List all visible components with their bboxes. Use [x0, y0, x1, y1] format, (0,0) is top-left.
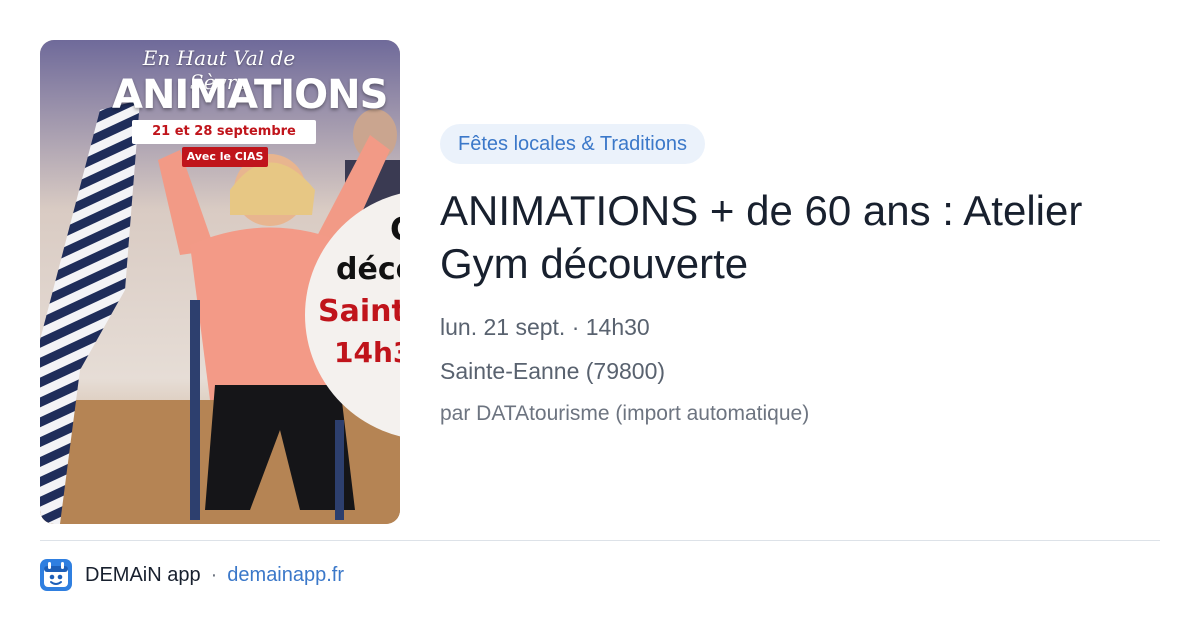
poster-photo	[40, 40, 400, 524]
event-share-card: En Haut Val de Sèvre ANIMATIONS 21 et 28…	[0, 0, 1200, 630]
footer: DEMAiN app · demainapp.fr	[40, 558, 344, 592]
demain-app-icon	[40, 559, 72, 591]
event-source: par DATAtourisme (import automatique)	[440, 402, 810, 425]
app-name: DEMAiN app	[85, 563, 201, 586]
app-domain-link[interactable]: demainapp.fr	[227, 564, 344, 587]
footer-separator: ·	[210, 563, 218, 586]
category-badge[interactable]: Fêtes locales & Traditions	[440, 124, 705, 164]
event-title[interactable]: ANIMATIONS + de 60 ans : Atelier Gym déc…	[440, 184, 1160, 290]
event-date-time: lun. 21 sept. · 14h30	[440, 314, 650, 340]
footer-divider	[40, 540, 1160, 541]
event-location: Sainte-Eanne (79800)	[440, 358, 666, 384]
event-poster-image[interactable]: En Haut Val de Sèvre ANIMATIONS 21 et 28…	[40, 40, 400, 524]
